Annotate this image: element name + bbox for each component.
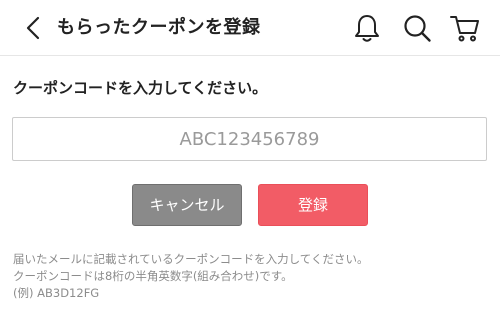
- cancel-button[interactable]: キャンセル: [132, 184, 242, 226]
- page-title: もらったクーポンを登録: [57, 17, 261, 38]
- cart-icon[interactable]: [449, 12, 481, 44]
- help-notes: 届いたメールに記載されているクーポンコードを入力してください。 クーポンコードは…: [13, 251, 368, 302]
- header-bar: もらったクーポンを登録: [0, 0, 500, 56]
- note-example: (例) AB3D12FG: [13, 286, 100, 300]
- register-button[interactable]: 登録: [258, 184, 368, 226]
- note-line: 届いたメールに記載されているクーポンコードを入力してください。: [13, 252, 369, 266]
- search-icon[interactable]: [401, 12, 433, 44]
- instruction-text: クーポンコードを入力してください。: [13, 79, 268, 97]
- chevron-left-icon[interactable]: [20, 14, 48, 42]
- coupon-code-input[interactable]: [12, 117, 487, 161]
- note-line: クーポンコードは8桁の半角英数字(組み合わせ)です。: [13, 269, 293, 283]
- bell-icon[interactable]: [351, 12, 383, 44]
